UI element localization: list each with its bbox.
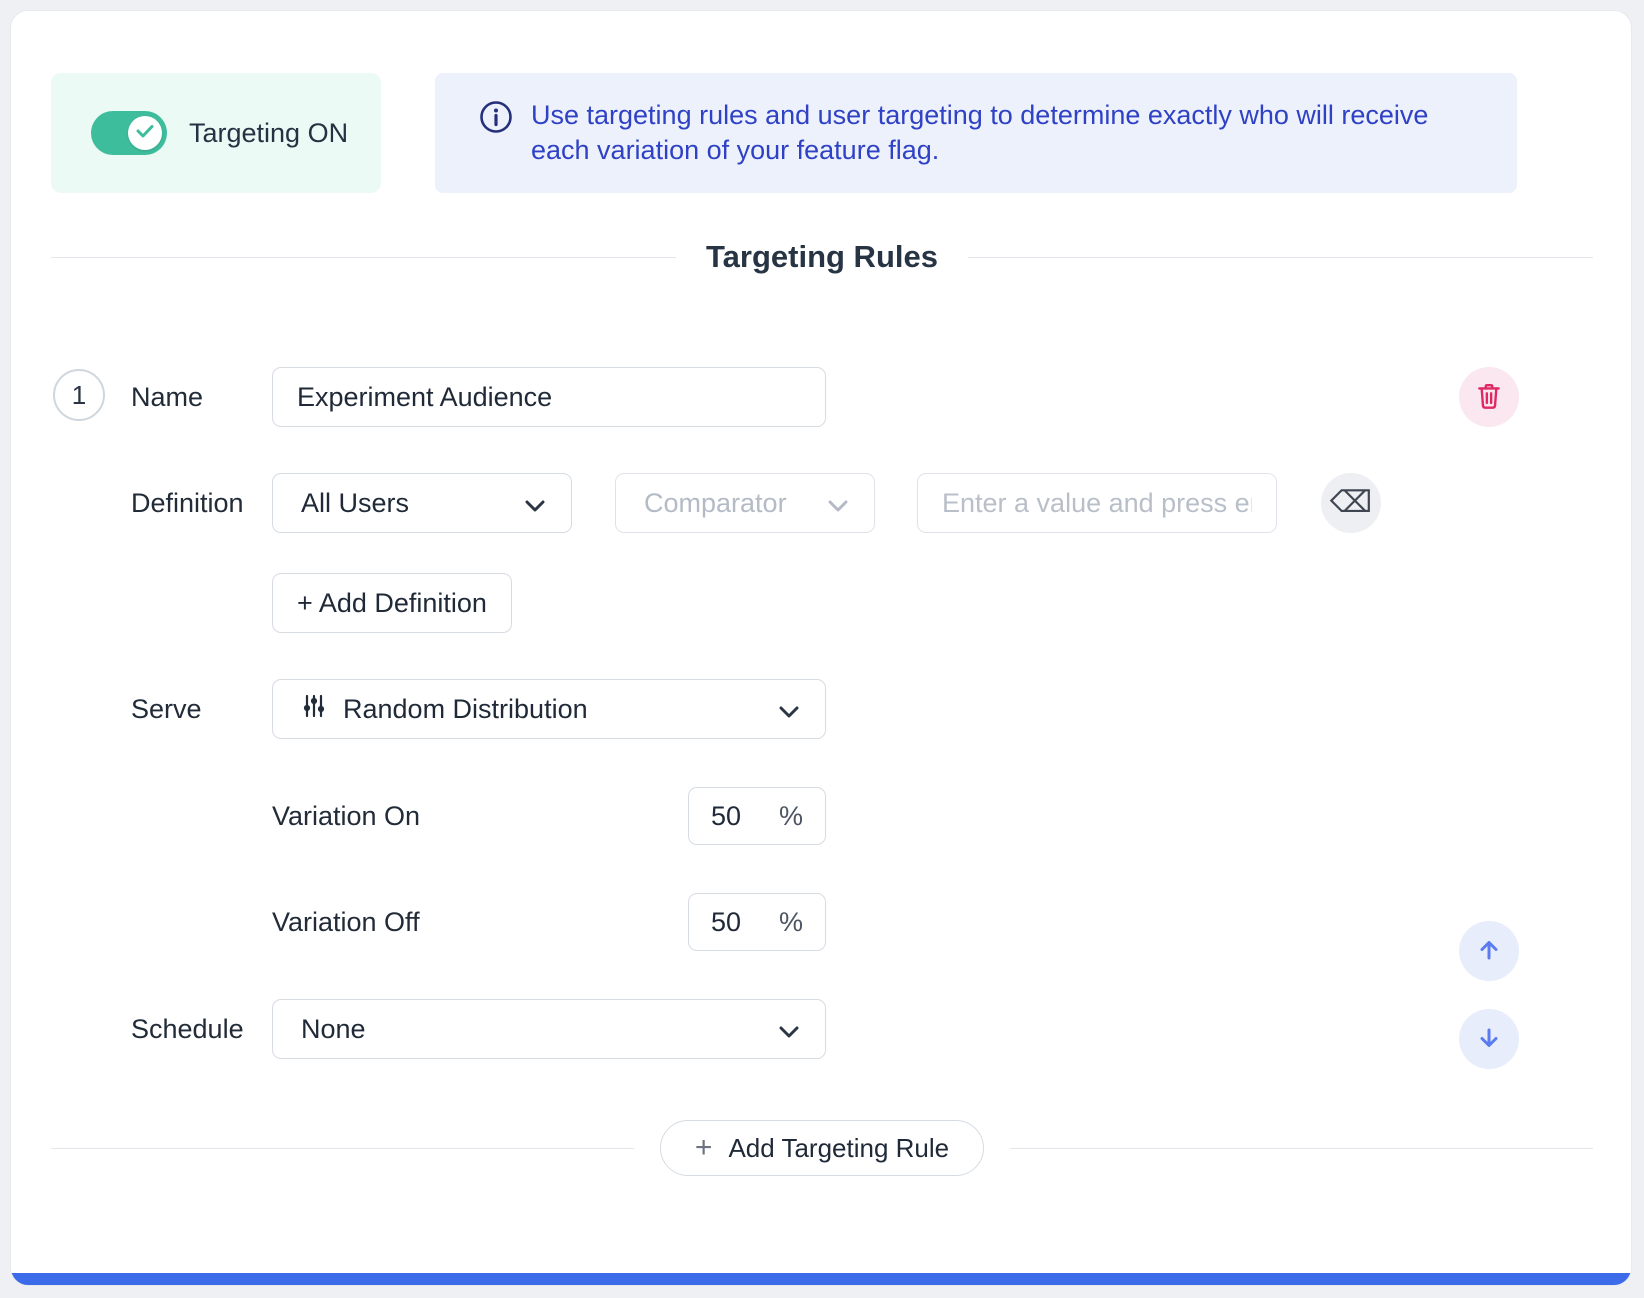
add-rule-divider: + Add Targeting Rule [51,1120,1593,1176]
move-rule-down-button[interactable] [1459,1009,1519,1069]
trash-icon [1476,382,1502,413]
toggle-label: Targeting ON [189,118,348,149]
move-rule-up-button[interactable] [1459,921,1519,981]
arrow-down-icon [1476,1025,1502,1054]
percent-suffix: % [779,907,803,938]
plus-icon: + [695,1133,713,1163]
backspace-icon: ⌫ [1330,488,1372,518]
divider-line [51,1148,634,1149]
chevron-down-icon [525,488,545,519]
comparator-select[interactable]: Comparator [615,473,875,533]
targeting-toggle[interactable] [91,111,167,155]
section-divider: Targeting Rules [51,237,1593,277]
chevron-down-icon [779,1014,799,1045]
divider-line [51,257,676,258]
definition-property-select[interactable]: All Users [272,473,572,533]
comparator-placeholder: Comparator [644,488,787,519]
chevron-down-icon [828,488,848,519]
info-text: Use targeting rules and user targeting t… [531,98,1481,168]
add-targeting-rule-button[interactable]: + Add Targeting Rule [660,1120,984,1176]
variation-on-input[interactable] [711,801,769,832]
toggle-knob [128,116,162,150]
schedule-label: Schedule [131,999,244,1059]
targeting-toggle-card: Targeting ON [51,73,381,193]
schedule-select[interactable]: None [272,999,826,1059]
divider-line [968,257,1593,258]
rule-number-badge: 1 [53,369,105,421]
serve-label: Serve [131,679,202,739]
variation-on-field: % [688,787,826,845]
add-rule-label: Add Targeting Rule [728,1133,949,1164]
targeting-panel: Targeting ON Use targeting rules and use… [10,10,1632,1286]
variation-off-label: Variation Off [272,893,420,951]
variation-off-input[interactable] [711,907,769,938]
chevron-down-icon [779,694,799,725]
arrow-up-icon [1476,937,1502,966]
update-bar-partial[interactable] [11,1273,1631,1285]
info-banner: Use targeting rules and user targeting t… [435,73,1517,193]
section-title: Targeting Rules [676,239,968,275]
name-input[interactable] [272,367,826,427]
info-icon [479,100,513,139]
percent-suffix: % [779,801,803,832]
name-label: Name [131,367,203,427]
variation-on-label: Variation On [272,787,420,845]
serve-value: Random Distribution [343,694,588,725]
divider-line [1010,1148,1593,1149]
sliders-icon [301,693,327,726]
schedule-value: None [301,1014,366,1045]
clear-definition-button[interactable]: ⌫ [1321,473,1381,533]
definition-label: Definition [131,473,244,533]
add-definition-button[interactable]: + Add Definition [272,573,512,633]
check-icon [136,124,154,143]
variation-off-field: % [688,893,826,951]
serve-select[interactable]: Random Distribution [272,679,826,739]
delete-rule-button[interactable] [1459,367,1519,427]
definition-property-value: All Users [301,488,409,519]
definition-value-input[interactable] [917,473,1277,533]
